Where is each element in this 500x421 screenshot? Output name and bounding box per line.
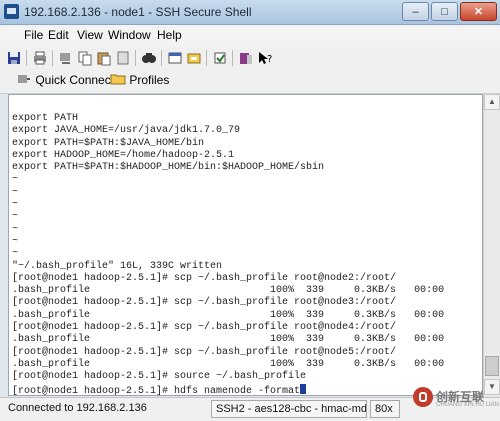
watermark: 创新互联 CHUANG XIN HU LIAN	[413, 385, 500, 413]
terminal-line: ~	[12, 186, 19, 198]
terminal-line: [root@node1 hadoop-2.5.1]# scp ~/.bash_p…	[12, 322, 397, 334]
toolbar-separator	[161, 50, 162, 66]
terminal-current-command: [root@node1 hadoop-2.5.1]# hdfs namenode…	[12, 385, 301, 396]
clipboard-icon[interactable]	[115, 50, 131, 66]
quick-connect-icon	[18, 75, 30, 83]
minimize-button[interactable]: –	[402, 2, 429, 21]
profiles-button[interactable]: Profiles	[110, 71, 169, 90]
terminal-line: ~	[12, 199, 19, 211]
terminal-output[interactable]: export PATH export JAVA_HOME=/usr/java/j…	[8, 94, 483, 396]
terminal-line: export PATH=$PATH:$JAVA_HOME/bin	[12, 137, 205, 149]
toolbar-separator	[206, 50, 207, 66]
terminal-line: ~	[12, 235, 19, 247]
paste-icon[interactable]	[96, 50, 112, 66]
menu-window[interactable]: Window	[108, 28, 151, 42]
terminal-line: export JAVA_HOME=/usr/java/jdk1.7.0_79	[12, 125, 241, 137]
copy-icon[interactable]	[77, 50, 93, 66]
connect-icon[interactable]	[58, 50, 74, 66]
menu-edit[interactable]: Edit	[48, 28, 69, 42]
window-title: 192.168.2.136 - node1 - SSH Secure Shell	[24, 5, 252, 19]
book-icon[interactable]	[238, 50, 254, 66]
terminal-line: export PATH=$PATH:$HADOOP_HOME/bin:$HADO…	[12, 162, 325, 174]
cipher-status: SSH2 - aes128-cbc - hmac-md5	[211, 400, 367, 418]
menu-help[interactable]: Help	[157, 28, 182, 42]
menu-bar: File Edit View Window Help	[0, 25, 500, 48]
terminal-line: ~	[12, 248, 19, 260]
maximize-button[interactable]: □	[431, 2, 458, 21]
find-icon[interactable]	[141, 50, 157, 66]
terminal-command-line: [root@node1 hadoop-2.5.1]# hdfs namenode…	[12, 383, 444, 396]
toolbar-separator	[52, 50, 53, 66]
menu-view[interactable]: View	[77, 28, 103, 42]
quick-connect-label: Quick Connect	[35, 73, 115, 87]
terminal-line: [root@node1 hadoop-2.5.1]# source ~/.bas…	[12, 371, 307, 383]
connection-status: Connected to 192.168.2.136	[8, 402, 147, 414]
terminal-line: .bash_profile 100% 339 0.3KB/s 00:00	[12, 285, 445, 297]
terminal-lines: export PATH export JAVA_HOME=/usr/java/j…	[12, 113, 445, 396]
watermark-logo-icon	[413, 387, 433, 407]
title-bar: 192.168.2.136 - node1 - SSH Secure Shell…	[0, 0, 500, 25]
help-icon[interactable]: ?	[257, 50, 273, 66]
terminal-line: ~	[12, 174, 19, 186]
ssh-app-icon	[4, 4, 19, 19]
terminal-line: [root@node1 hadoop-2.5.1]# scp ~/.bash_p…	[12, 346, 397, 358]
close-button[interactable]: ✕	[460, 2, 497, 21]
toolbar-separator	[26, 50, 27, 66]
profiles-label: Profiles	[129, 73, 170, 87]
terminal-line: "~/.bash_profile" 16L, 339C written	[12, 260, 223, 272]
terminal-line: .bash_profile 100% 339 0.3KB/s 00:00	[12, 358, 445, 370]
main-toolbar: ?	[0, 47, 500, 70]
terminal-line: [root@node1 hadoop-2.5.1]# scp ~/.bash_p…	[12, 297, 397, 309]
terminal-line: .bash_profile 100% 339 0.3KB/s 00:00	[12, 334, 445, 346]
settings-icon[interactable]	[212, 50, 228, 66]
terminal-line: export PATH	[12, 113, 79, 124]
folder-icon	[110, 74, 126, 85]
terminal-line: export HADOOP_HOME=/home/hadoop-2.5.1	[12, 149, 235, 161]
svg-text:?: ?	[267, 54, 272, 65]
terminal-size-status: 80x	[370, 400, 400, 418]
watermark-subtitle: CHUANG XIN HU LIAN	[436, 402, 500, 408]
terminal-line: ~	[12, 223, 19, 235]
file-transfer-icon[interactable]	[186, 50, 202, 66]
connection-toolbar: Quick Connect Profiles	[0, 69, 500, 94]
save-icon[interactable]	[6, 50, 22, 66]
scrollbar-thumb[interactable]	[485, 356, 499, 376]
terminal-cursor	[300, 383, 307, 394]
scroll-up-arrow-icon[interactable]: ▲	[484, 94, 500, 110]
quick-connect-button[interactable]: Quick Connect	[16, 71, 114, 90]
print-icon[interactable]	[32, 50, 48, 66]
terminal-line: ~	[12, 211, 19, 223]
menu-file[interactable]: File	[24, 28, 43, 42]
toolbar-separator	[135, 50, 136, 66]
terminal-line: [root@node1 hadoop-2.5.1]# scp ~/.bash_p…	[12, 272, 397, 284]
toolbar-separator	[232, 50, 233, 66]
terminal-scrollbar[interactable]: ▲ ▼	[483, 94, 500, 396]
terminal-line: .bash_profile 100% 339 0.3KB/s 00:00	[12, 309, 445, 321]
new-window-icon[interactable]	[167, 50, 183, 66]
